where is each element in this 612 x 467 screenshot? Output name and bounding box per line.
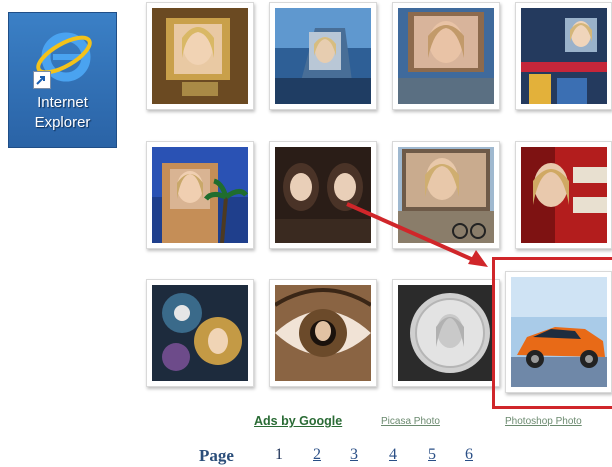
picasa-photo-link[interactable]: Picasa Photo — [381, 416, 440, 427]
page-link-4[interactable]: 4 — [389, 446, 397, 464]
ads-by-google-link[interactable]: Ads by Google — [254, 414, 342, 428]
page-link-6[interactable]: 6 — [465, 446, 473, 464]
page-current: 1 — [275, 446, 283, 463]
page-link-3[interactable]: 3 — [350, 446, 358, 464]
page-link-5[interactable]: 5 — [428, 446, 436, 464]
page-link-2[interactable]: 2 — [313, 446, 321, 464]
page-label: Page — [199, 446, 234, 465]
annotation-arrow — [346, 202, 488, 267]
photoshop-photo-link[interactable]: Photoshop Photo — [505, 416, 582, 427]
